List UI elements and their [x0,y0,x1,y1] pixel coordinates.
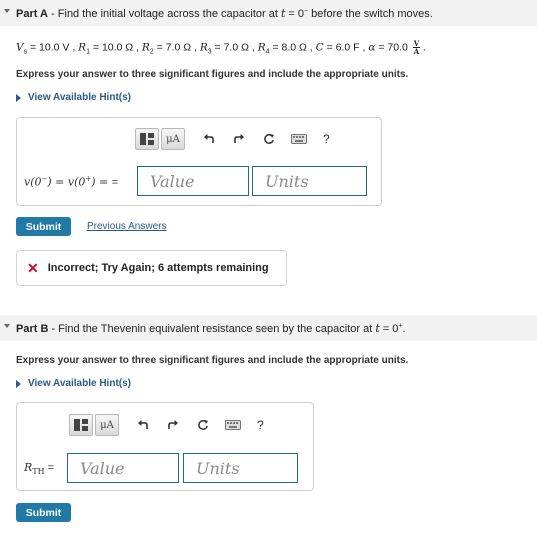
part-a-header[interactable]: Part A - Find the initial voltage across… [0,0,537,26]
redo-icon[interactable] [165,417,181,433]
part-b-submit-button[interactable]: Submit [16,503,71,522]
part-a-answer-label: v(0−) = v(0+) = = [24,175,119,189]
part-b-units-input[interactable]: Units [183,453,298,483]
part-b-value-input[interactable]: Value [67,453,179,483]
undo-icon[interactable] [201,131,217,147]
incorrect-feedback: ✕ Incorrect; Try Again; 6 attempts remai… [16,250,287,286]
part-a-instruction: Express your answer to three significant… [16,69,409,80]
part-a-hint-link[interactable]: View Available Hint(s) [16,92,131,103]
part-b-instruction: Express your answer to three significant… [16,355,409,366]
reset-icon[interactable] [261,131,277,147]
undo-icon[interactable] [135,417,151,433]
hint-label: View Available Hint(s) [28,92,131,103]
part-a-units-input[interactable]: Units [252,166,367,196]
part-a-title: Part A - Find the initial voltage across… [16,6,433,20]
part-b-answer-label: RTH = [24,461,55,477]
part-b-hint-link[interactable]: View Available Hint(s) [16,378,131,389]
part-b-toolbar: μA ? [69,414,264,436]
part-a-toolbar: μA ? [135,128,330,150]
keyboard-icon[interactable] [291,131,307,147]
help-icon[interactable]: ? [257,418,264,432]
hint-label: View Available Hint(s) [28,378,131,389]
previous-answers-link[interactable]: Previous Answers [87,221,166,232]
micro-units-icon[interactable]: μA [161,128,185,150]
feedback-text: Incorrect; Try Again; 6 attempts remaini… [47,262,269,274]
reset-icon[interactable] [195,417,211,433]
collapse-arrow-icon[interactable] [4,9,10,13]
part-a-value-input[interactable]: Value [137,166,249,196]
given-values: Vs = 10.0 V , R1 = 10.0 Ω , R2 = 7.0 Ω ,… [16,39,427,56]
expand-triangle-icon [16,93,21,102]
micro-units-icon[interactable]: μA [95,414,119,436]
part-a-submit-button[interactable]: Submit [16,217,71,236]
redo-icon[interactable] [231,131,247,147]
template-icon[interactable] [69,414,93,436]
expand-triangle-icon [16,379,21,388]
part-b-header[interactable]: Part B - Find the Thevenin equivalent re… [0,315,537,341]
template-icon[interactable] [135,128,159,150]
help-icon[interactable]: ? [323,132,330,146]
keyboard-icon[interactable] [225,417,241,433]
collapse-arrow-icon[interactable] [4,324,10,328]
incorrect-x-icon: ✕ [27,259,39,276]
part-b-title: Part B - Find the Thevenin equivalent re… [16,321,406,335]
